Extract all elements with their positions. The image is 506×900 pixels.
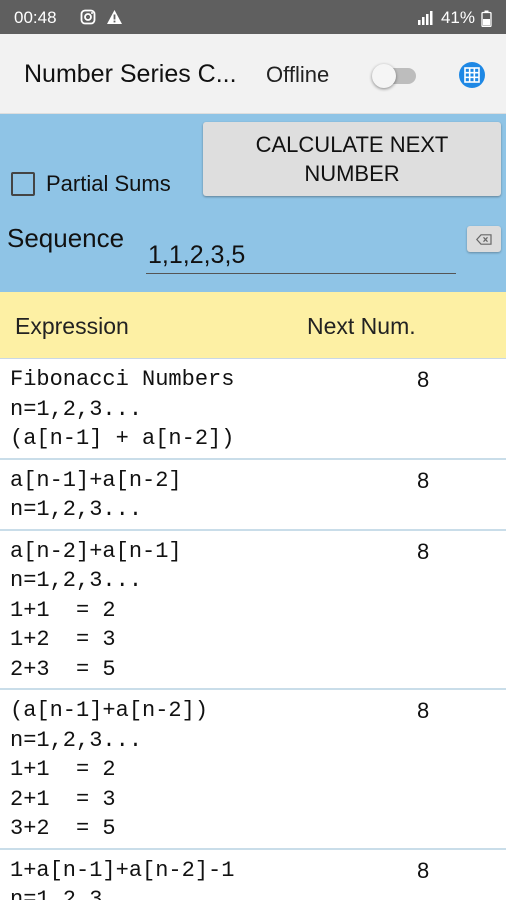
results-header: Expression Next Num. [0, 292, 506, 359]
toggle-thumb [372, 64, 396, 88]
signal-icon [417, 11, 433, 25]
app-title: Number Series C... [24, 60, 237, 88]
result-row[interactable]: 1+a[n-1]+a[n-2]-1 n=1,2,3... 8 [0, 850, 506, 900]
status-time: 00:48 [14, 8, 57, 27]
battery-icon [481, 10, 492, 27]
battery-percent: 41% [440, 8, 475, 27]
result-expression: (a[n-1]+a[n-2]) n=1,2,3... 1+1 = 2 2+1 =… [10, 698, 209, 841]
result-row[interactable]: Fibonacci Numbers n=1,2,3... (a[n-1] + a… [0, 359, 506, 460]
result-next-number: 8 [417, 857, 430, 883]
offline-toggle[interactable] [372, 64, 420, 88]
column-header-next: Next Num. [307, 313, 416, 339]
results-list: Fibonacci Numbers n=1,2,3... (a[n-1] + a… [0, 359, 506, 900]
app-bar: Number Series C... Offline [0, 34, 506, 114]
result-next-number: 8 [417, 698, 430, 723]
result-expression: 1+a[n-1]+a[n-2]-1 n=1,2,3... [10, 857, 235, 900]
partial-sums-label: Partial Sums [46, 171, 171, 196]
status-right: 41% [417, 8, 492, 28]
result-row[interactable]: (a[n-1]+a[n-2]) n=1,2,3... 1+1 = 2 2+1 =… [0, 690, 506, 850]
result-row[interactable]: a[n-1]+a[n-2] n=1,2,3... 8 [0, 460, 506, 531]
partial-sums-checkbox[interactable] [11, 172, 35, 196]
sequence-input[interactable] [146, 234, 456, 274]
result-expression: a[n-1]+a[n-2] n=1,2,3... [10, 467, 182, 523]
result-next-number: 8 [417, 538, 430, 564]
calculate-next-button[interactable]: CALCULATE NEXT NUMBER [203, 122, 501, 196]
result-expression: Fibonacci Numbers n=1,2,3... (a[n-1] + a… [10, 367, 235, 451]
backspace-icon [476, 233, 492, 245]
clear-sequence-button[interactable] [467, 226, 501, 252]
status-bar: 00:48 41% [0, 0, 506, 34]
input-panel: CALCULATE NEXT NUMBER Partial Sums Seque… [0, 114, 506, 292]
offline-label: Offline [266, 62, 330, 87]
result-expression: a[n-2]+a[n-1] n=1,2,3... 1+1 = 2 1+2 = 3… [10, 538, 182, 682]
result-row[interactable]: a[n-2]+a[n-1] n=1,2,3... 1+1 = 2 1+2 = 3… [0, 531, 506, 690]
result-next-number: 8 [417, 467, 430, 493]
warning-icon [107, 10, 122, 24]
grid-icon[interactable] [458, 61, 486, 89]
column-header-expression: Expression [15, 313, 129, 339]
instagram-icon [80, 9, 96, 25]
result-next-number: 8 [417, 367, 430, 392]
sequence-label: Sequence [7, 223, 125, 253]
